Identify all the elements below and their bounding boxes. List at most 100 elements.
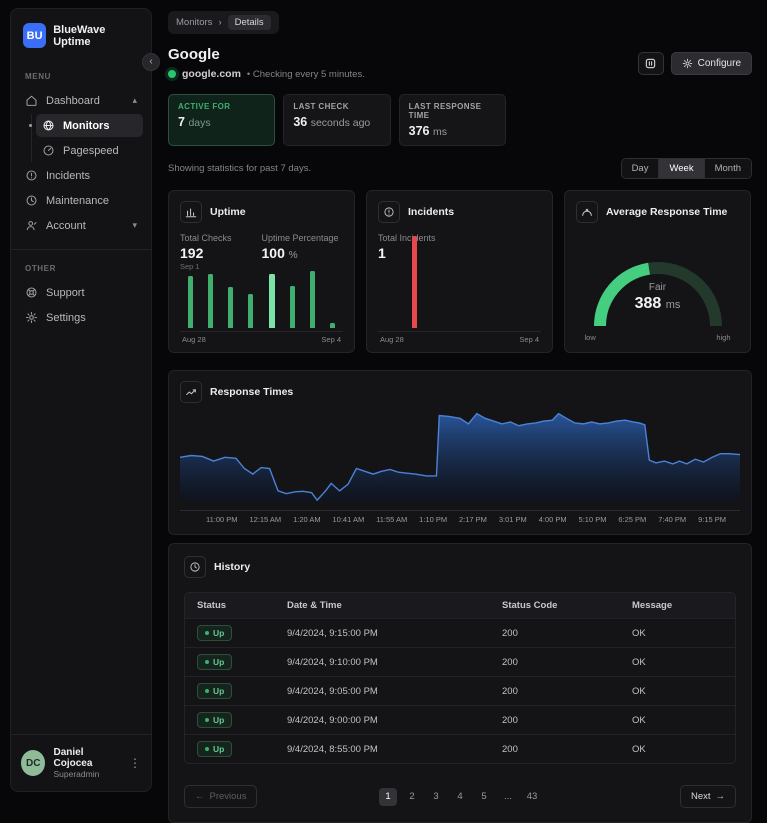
- chevron-down-icon[interactable]: ▾: [132, 220, 137, 231]
- page-button[interactable]: 2: [403, 788, 421, 806]
- table-row[interactable]: Up 9/4/2024, 9:10:00 PM 200 OK: [185, 647, 735, 677]
- toggle-week[interactable]: Week: [659, 159, 705, 178]
- x-tick-label: 11:00 PM: [206, 515, 238, 524]
- stat-last-response-time: LAST RESPONSE TIME 376 ms: [398, 94, 506, 146]
- status-dot: [205, 747, 209, 751]
- incident-bar[interactable]: [412, 236, 418, 328]
- x-tick-label: 6:25 PM: [618, 515, 647, 524]
- avatar: DC: [21, 750, 46, 776]
- uptime-bar[interactable]: [268, 274, 275, 328]
- user-card[interactable]: DC Daniel Cojocea Superadmin ⋮: [11, 734, 151, 791]
- gear-icon: [25, 311, 38, 324]
- toggle-month[interactable]: Month: [704, 159, 751, 178]
- uptime-bar[interactable]: [309, 270, 315, 328]
- sidebar-item-pagespeed[interactable]: Pagespeed: [36, 139, 143, 162]
- app-logo: BU BlueWave Uptime: [11, 9, 151, 58]
- gauge-icon: [576, 201, 598, 223]
- table-row[interactable]: Up 9/4/2024, 8:55:00 PM 200 OK: [185, 734, 735, 763]
- chevron-up-icon[interactable]: ▴: [132, 95, 137, 106]
- cell-code: 200: [490, 618, 620, 648]
- arrow-right-icon: →: [715, 791, 726, 802]
- uptime-bar[interactable]: [329, 322, 335, 328]
- uptime-bar[interactable]: [228, 287, 234, 328]
- menu-section-label: MENU: [25, 72, 51, 81]
- page-button[interactable]: 4: [451, 788, 469, 806]
- x-axis-end: Sep 4: [321, 335, 341, 344]
- pause-button[interactable]: [637, 52, 664, 75]
- trend-up-icon: [180, 381, 202, 403]
- table-row[interactable]: Up 9/4/2024, 9:05:00 PM 200 OK: [185, 676, 735, 706]
- cell-message: OK: [620, 647, 735, 677]
- cell-datetime: 9/4/2024, 9:10:00 PM: [275, 647, 490, 677]
- uptime-pct-value: 100: [261, 245, 285, 261]
- x-tick-label: 1:10 PM: [419, 515, 448, 524]
- next-button[interactable]: Next →: [679, 785, 736, 808]
- sidebar-item-account[interactable]: Account ▾: [19, 214, 143, 237]
- uptime-bar[interactable]: [289, 285, 295, 328]
- sidebar-item-monitors[interactable]: Monitors: [29, 114, 143, 137]
- lifebuoy-icon: [26, 287, 37, 298]
- cell-code: 200: [490, 647, 620, 677]
- uptime-bar[interactable]: [188, 275, 193, 328]
- x-tick-label: 11:55 AM: [376, 515, 408, 524]
- gauge-high-label: high: [716, 333, 731, 342]
- incidents-bar-chart[interactable]: [378, 236, 541, 328]
- uptime-bar[interactable]: [208, 273, 214, 328]
- status-dot: [205, 660, 209, 664]
- x-tick-label: 4:00 PM: [538, 515, 567, 524]
- status-badge: Up: [197, 741, 233, 757]
- status-dot: [205, 689, 209, 693]
- sidebar-item-label: Account: [46, 219, 86, 232]
- pagination: ← Previous 1 2 3 4 5... 43 Next →: [184, 785, 736, 808]
- cell-datetime: 9/4/2024, 9:15:00 PM: [275, 618, 490, 648]
- stat-value: 7: [178, 115, 185, 129]
- stat-value: 376: [408, 124, 430, 138]
- stat-unit: seconds ago: [310, 117, 371, 129]
- user-icon: [26, 221, 37, 231]
- table-row[interactable]: Up 9/4/2024, 9:00:00 PM 200 OK: [185, 705, 735, 735]
- status-dot: [205, 718, 209, 722]
- gauge-status: Fair: [648, 282, 667, 293]
- uptime-bar-chart[interactable]: [180, 260, 343, 328]
- monitor-host: google.com: [182, 68, 241, 80]
- status-badge: Up: [197, 712, 233, 728]
- app-name: BlueWave Uptime: [53, 23, 106, 48]
- page-button[interactable]: 5: [475, 788, 493, 806]
- sidebar-item-settings[interactable]: Settings: [19, 306, 143, 329]
- toggle-day[interactable]: Day: [621, 159, 660, 178]
- cell-datetime: 9/4/2024, 9:00:00 PM: [275, 705, 490, 735]
- sidebar-item-label: Settings: [46, 311, 86, 324]
- sidebar-item-label: Support: [46, 286, 85, 299]
- gauge-low-label: low: [584, 333, 596, 342]
- response-times-chart[interactable]: [180, 409, 740, 502]
- table-row[interactable]: Up 9/4/2024, 9:15:00 PM 200 OK: [185, 618, 735, 648]
- stats-row: ACTIVE FOR 7 days LAST CHECK 36 seconds …: [168, 94, 506, 146]
- status-badge: Up: [197, 625, 233, 641]
- uptime-bar[interactable]: [248, 294, 254, 328]
- sidebar-item-incidents[interactable]: Incidents: [19, 164, 143, 187]
- sidebar-item-maintenance[interactable]: Maintenance: [19, 189, 143, 212]
- response-times-card: Response Times 11:00 PM 12:15 AM 1:20 AM 10…: [168, 370, 752, 535]
- page-button[interactable]: 1: [379, 787, 397, 806]
- card-title: Response Times: [210, 386, 294, 398]
- card-title: Average Response Time: [606, 206, 728, 218]
- kebab-icon[interactable]: ⋮: [129, 756, 141, 770]
- range-toggle: Day Week Month: [620, 158, 752, 179]
- col-message: Message: [620, 593, 735, 619]
- sidebar-item-dashboard[interactable]: Dashboard ▴: [19, 89, 143, 112]
- bar-chart-icon: [180, 201, 202, 223]
- sidebar-collapse-button[interactable]: ‹: [142, 53, 160, 71]
- breadcrumb-monitors[interactable]: Monitors: [176, 17, 212, 28]
- breadcrumb-details[interactable]: Details: [227, 15, 271, 30]
- pause-icon: [645, 58, 656, 69]
- previous-button[interactable]: ← Previous: [184, 785, 258, 808]
- col-code: Status Code: [490, 593, 620, 619]
- page-button[interactable]: 3: [427, 788, 445, 806]
- history-icon: [184, 556, 206, 578]
- speedometer-icon: [43, 145, 54, 156]
- page-ellipsis: ...: [504, 791, 512, 802]
- sidebar-item-support[interactable]: Support: [19, 281, 143, 304]
- cell-message: OK: [620, 676, 735, 706]
- page-button[interactable]: 43: [523, 788, 541, 806]
- configure-button[interactable]: Configure: [670, 52, 752, 75]
